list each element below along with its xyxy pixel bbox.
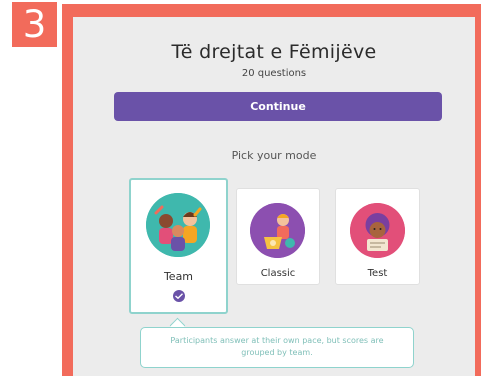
mode-label-test: Test — [367, 268, 388, 279]
mode-label-classic: Classic — [260, 268, 296, 279]
mode-selection-panel: Të drejtat e Fëmijëve 20 questions Conti… — [73, 17, 475, 376]
mode-card-classic[interactable]: Classic — [236, 188, 320, 285]
selected-check-icon — [173, 290, 185, 302]
step-number-badge: 3 — [12, 2, 57, 47]
mode-card-test[interactable]: Test — [335, 188, 420, 285]
classic-illustration-icon — [250, 203, 305, 258]
question-count: 20 questions — [241, 68, 307, 79]
continue-button[interactable]: Continue — [114, 92, 442, 121]
mode-card-team[interactable]: Team — [129, 178, 228, 314]
quiz-title: Të drejtat e Fëmijëve — [171, 41, 377, 63]
team-illustration-icon — [146, 193, 210, 257]
mode-label-team: Team — [163, 270, 194, 283]
mode-description-tooltip: Participants answer at their own pace, b… — [140, 327, 414, 368]
mode-heading: Pick your mode — [231, 149, 317, 162]
test-illustration-icon — [350, 203, 405, 258]
